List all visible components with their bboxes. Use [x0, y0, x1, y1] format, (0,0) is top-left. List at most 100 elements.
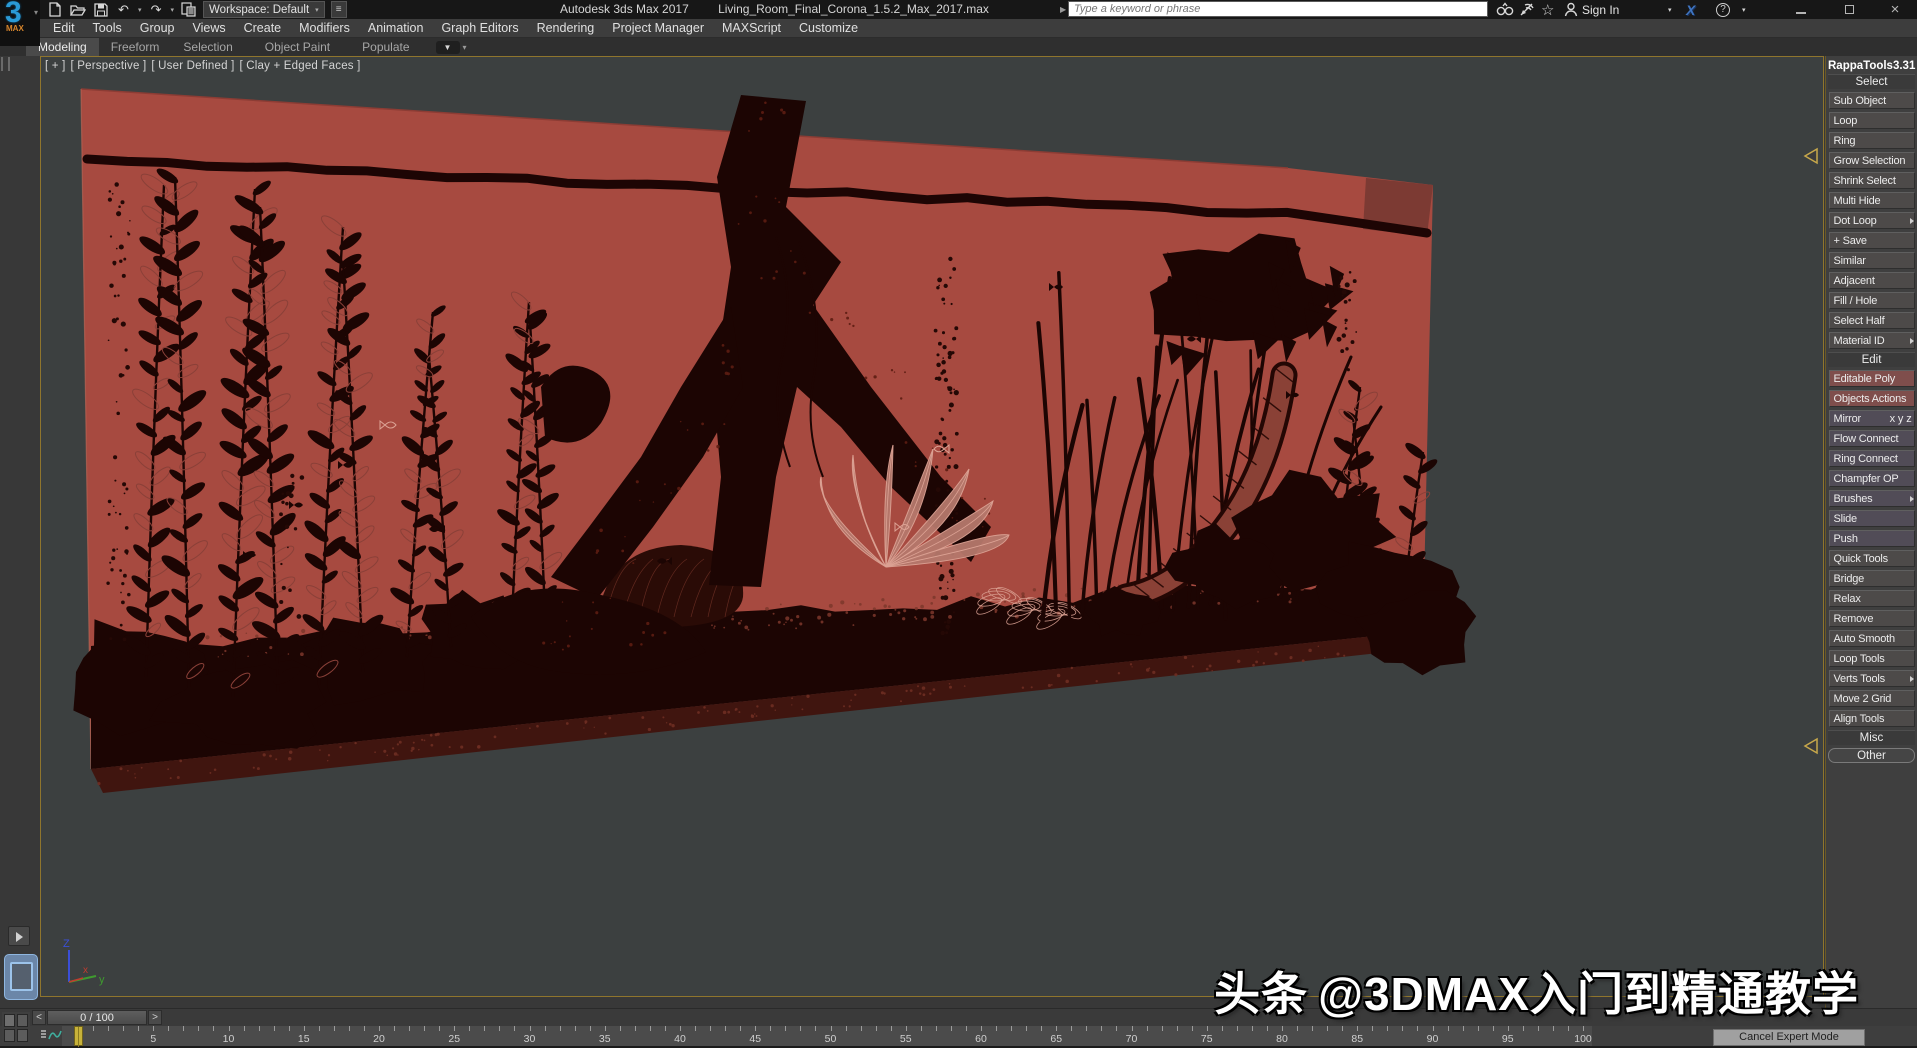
rappatools-button-select-half[interactable]: Select Half: [1829, 312, 1915, 329]
trackbar-tick: [906, 1026, 907, 1031]
trackbar-time-cursor[interactable]: [74, 1026, 83, 1046]
redo-icon[interactable]: ↷: [148, 2, 165, 17]
ribbon-tab-selection[interactable]: Selection: [171, 38, 244, 56]
rappatools-button-move-2-grid[interactable]: Move 2 Grid: [1829, 690, 1915, 707]
communication-center-icon[interactable]: [1519, 1, 1535, 18]
menu-project-manager[interactable]: Project Manager: [603, 19, 713, 38]
rappatools-button-material-id[interactable]: Material ID: [1829, 332, 1915, 349]
viewport-label-perspective[interactable]: [ Perspective ]: [71, 60, 147, 72]
window-restore-button[interactable]: [1836, 3, 1862, 16]
rappatools-button-push[interactable]: Push: [1829, 530, 1915, 547]
menu-customize[interactable]: Customize: [790, 19, 867, 38]
rappatools-button-adjacent[interactable]: Adjacent: [1829, 272, 1915, 289]
signin-caret-icon[interactable]: ▾: [1668, 1, 1672, 18]
rappatools-button-dot-loop[interactable]: Dot Loop: [1829, 212, 1915, 229]
rappatools-button-mirror-x[interactable]: x: [1890, 411, 1895, 427]
viewport-layout-tab[interactable]: [4, 954, 38, 1000]
rappatools-section-misc[interactable]: Misc: [1828, 730, 1915, 745]
undo-caret-icon[interactable]: ▾: [138, 6, 142, 14]
rappatools-button-mirror-y[interactable]: y: [1898, 411, 1903, 427]
next-frame-button[interactable]: >: [148, 1010, 162, 1025]
ribbon-minimize-icon[interactable]: ▼: [436, 41, 460, 54]
rappatools-button-mirror-z[interactable]: z: [1906, 411, 1911, 427]
rappatools-button-quick-tools[interactable]: Quick Tools: [1829, 550, 1915, 567]
infocenter-collapse-icon[interactable]: ▶: [1060, 5, 1066, 14]
help-caret-icon[interactable]: ▾: [1742, 1, 1746, 18]
rappatools-button-verts-tools[interactable]: Verts Tools: [1829, 670, 1915, 687]
menu-modifiers[interactable]: Modifiers: [290, 19, 359, 38]
menu-edit[interactable]: Edit: [44, 19, 84, 38]
rappatools-button-slide[interactable]: Slide: [1829, 510, 1915, 527]
menu-create[interactable]: Create: [235, 19, 291, 38]
rappatools-button-align-tools[interactable]: Align Tools: [1829, 710, 1915, 727]
rappatools-button-remove[interactable]: Remove: [1829, 610, 1915, 627]
trackbar-tick: [650, 1026, 651, 1031]
cancel-expert-mode-button[interactable]: Cancel Expert Mode: [1713, 1029, 1865, 1046]
help-icon[interactable]: ?: [1716, 1, 1730, 18]
sign-in-button[interactable]: Sign In: [1582, 1, 1619, 18]
perspective-viewport[interactable]: [ + ] [ Perspective ] [ User Defined ] [ Cl…: [40, 56, 1824, 997]
rappatools-button-grow-selection[interactable]: Grow Selection: [1829, 152, 1915, 169]
exchange-apps-icon[interactable]: X: [1686, 1, 1695, 18]
track-bar[interactable]: 0510152025303540455055606570758085909510…: [0, 1026, 1917, 1046]
project-folder-icon[interactable]: [180, 2, 197, 17]
new-scene-icon[interactable]: [46, 2, 63, 17]
rappatools-section-select[interactable]: Select: [1828, 74, 1915, 89]
ribbon-tab-populate[interactable]: Populate: [350, 38, 421, 56]
rappatools-button-editable-poly[interactable]: Editable Poly: [1829, 370, 1915, 387]
favorites-star-icon[interactable]: ☆: [1541, 1, 1554, 18]
menu-views[interactable]: Views: [183, 19, 234, 38]
rappatools-button-mirror[interactable]: Mirrorxyz: [1829, 410, 1915, 427]
rappatools-button-brushes[interactable]: Brushes: [1829, 490, 1915, 507]
rappatools-button--save[interactable]: + Save: [1829, 232, 1915, 249]
menu-tools[interactable]: Tools: [84, 19, 131, 38]
rappatools-button-fill-hole[interactable]: Fill / Hole: [1829, 292, 1915, 309]
rappatools-button-champfer-op[interactable]: Champfer OP: [1829, 470, 1915, 487]
menu-graph-editors[interactable]: Graph Editors: [432, 19, 527, 38]
rappatools-button-ring-connect[interactable]: Ring Connect: [1829, 450, 1915, 467]
viewport-layout-flyout-button[interactable]: [8, 926, 30, 946]
app-logo-3dsmax[interactable]: 3 MAX ▾: [0, 0, 40, 46]
rappatools-button-similar[interactable]: Similar: [1829, 252, 1915, 269]
viewport-label-user-defined[interactable]: [ User Defined ]: [151, 60, 234, 72]
rappatools-button-relax[interactable]: Relax: [1829, 590, 1915, 607]
menu-rendering[interactable]: Rendering: [528, 19, 604, 38]
menu-animation[interactable]: Animation: [359, 19, 433, 38]
rappatools-button-shrink-select[interactable]: Shrink Select: [1829, 172, 1915, 189]
ribbon-tab-freeform[interactable]: Freeform: [99, 38, 172, 56]
mini-curve-editor-icon[interactable]: [40, 1029, 62, 1043]
rappatools-button-loop[interactable]: Loop: [1829, 112, 1915, 129]
rappatools-button-multi-hide[interactable]: Multi Hide: [1829, 192, 1915, 209]
previous-frame-button[interactable]: <: [32, 1010, 46, 1025]
time-slider-handle[interactable]: 0 / 100: [47, 1010, 147, 1025]
menu-group[interactable]: Group: [131, 19, 184, 38]
toolbar-dock-handle[interactable]: [1, 57, 10, 71]
rappatools-button-loop-tools[interactable]: Loop Tools: [1829, 650, 1915, 667]
save-icon[interactable]: [92, 2, 109, 17]
window-minimize-button[interactable]: [1788, 3, 1814, 16]
search-input[interactable]: [1068, 1, 1488, 17]
open-file-icon[interactable]: [69, 2, 86, 17]
rappatools-button-sub-object[interactable]: Sub Object: [1829, 92, 1915, 109]
rappatools-button-bridge[interactable]: Bridge: [1829, 570, 1915, 587]
rappatools-section-edit[interactable]: Edit: [1828, 352, 1915, 367]
redo-caret-icon[interactable]: ▾: [171, 6, 175, 14]
rappatools-button-flow-connect[interactable]: Flow Connect: [1829, 430, 1915, 447]
workspace-menu-icon[interactable]: ≡: [331, 1, 347, 18]
ribbon-tab-object-paint[interactable]: Object Paint: [253, 38, 342, 56]
rappatools-button-auto-smooth[interactable]: Auto Smooth: [1829, 630, 1915, 647]
window-close-button[interactable]: ×: [1882, 3, 1908, 16]
rappatools-button-objects-actions[interactable]: Objects Actions: [1829, 390, 1915, 407]
rappatools-button-ring[interactable]: Ring: [1829, 132, 1915, 149]
ribbon-flyout-caret-icon[interactable]: ▾: [463, 43, 467, 52]
rappatools-button-other[interactable]: Other: [1828, 748, 1915, 763]
viewport-label-menu[interactable]: [ + ]: [45, 60, 66, 72]
viewport-layout-grid-icon[interactable]: [2, 1012, 30, 1044]
rappatools-panel: RappaTools3.31 SelectSub ObjectLoopRingG…: [1825, 56, 1917, 1008]
user-icon[interactable]: [1564, 1, 1578, 18]
viewport-label-clay-edged-faces[interactable]: [ Clay + Edged Faces ]: [239, 60, 360, 72]
menu-maxscript[interactable]: MAXScript: [713, 19, 790, 38]
workspace-selector[interactable]: Workspace: Default ▾: [203, 1, 325, 18]
undo-icon[interactable]: ↶: [115, 2, 132, 17]
search-icon[interactable]: [1496, 1, 1514, 18]
